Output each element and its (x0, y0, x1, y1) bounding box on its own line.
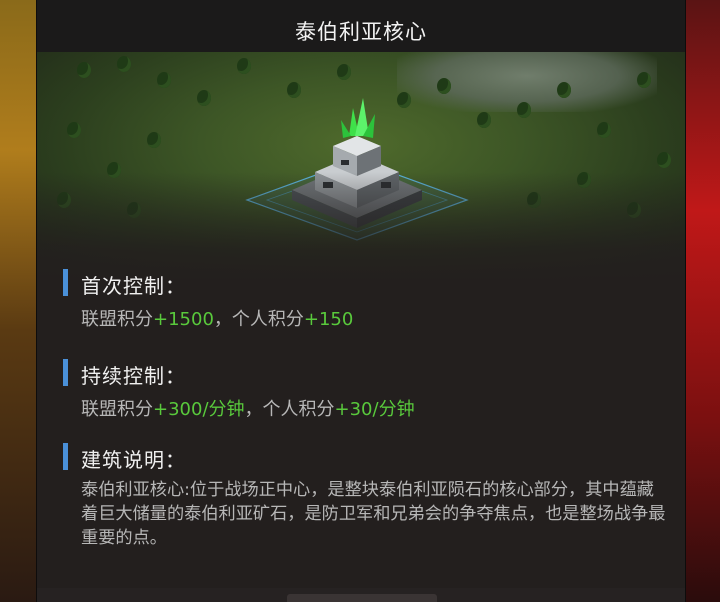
tree (657, 152, 671, 168)
alliance-points-label: 联盟积分 (81, 309, 153, 330)
tree (147, 132, 161, 148)
section-accent-bar (63, 359, 68, 386)
section-accent-bar (63, 269, 68, 296)
building-description: 泰伯利亚核心:位于战场正中心，是整块泰伯利亚陨石的核心部分，其中蕴藏着巨大储量的… (81, 480, 666, 548)
personal-points-label: 个人积分 (231, 309, 304, 330)
tree (637, 72, 651, 88)
alliance-points-value: +1500 (153, 309, 214, 330)
building-preview-scene (37, 52, 685, 282)
tree (117, 56, 131, 72)
first-control-heading: 首次控制： (81, 274, 186, 298)
alliance-points-value: +300/分钟 (153, 399, 245, 420)
tree (67, 122, 81, 138)
tree (237, 58, 251, 74)
backdrop-left (0, 0, 36, 602)
personal-points-value: +150 (303, 309, 354, 330)
tree (477, 112, 491, 128)
scene-fade (37, 172, 685, 282)
description-heading: 建筑说明： (81, 448, 186, 472)
separator: ， (244, 399, 263, 420)
tree (597, 122, 611, 138)
sustained-control-heading: 持续控制： (81, 364, 186, 388)
tree (517, 102, 531, 118)
personal-points-label: 个人积分 (262, 399, 335, 420)
tree (77, 62, 91, 78)
personal-points-value: +30/分钟 (334, 399, 415, 420)
tree (197, 90, 211, 106)
first-control-rewards: 联盟积分+1500，个人积分+150 (81, 305, 353, 331)
sustained-control-rewards: 联盟积分+300/分钟，个人积分+30/分钟 (81, 395, 415, 421)
tree (557, 82, 571, 98)
tree (157, 72, 171, 88)
dialog-title: 泰伯利亚核心 (295, 20, 427, 44)
separator: ， (213, 309, 232, 330)
section-accent-bar (63, 443, 68, 470)
bottom-button-edge[interactable] (287, 594, 437, 602)
building-info-dialog: 泰伯利亚核心 首次控制： 联盟积分+1500，个人积分+150 持续控制： 联盟… (36, 0, 686, 602)
dialog-title-bar: 泰伯利亚核心 (37, 0, 685, 52)
backdrop-right (684, 0, 720, 602)
alliance-points-label: 联盟积分 (81, 399, 153, 420)
tree (337, 64, 351, 80)
